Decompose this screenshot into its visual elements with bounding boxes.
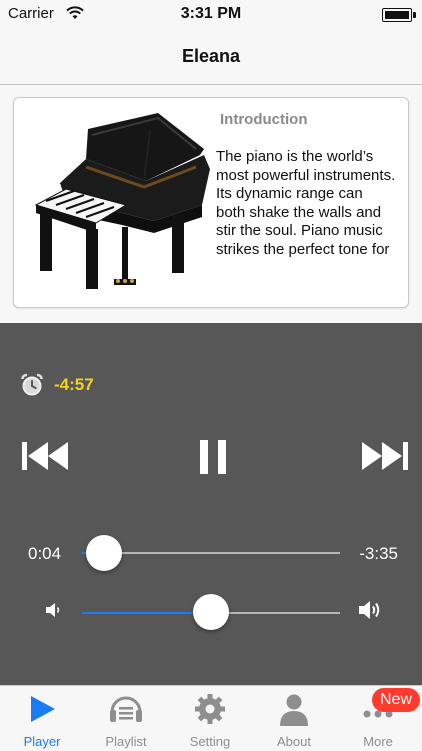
page-title: Eleana bbox=[181, 46, 241, 66]
new-badge: New bbox=[372, 688, 421, 712]
playlist-icon bbox=[110, 696, 142, 722]
card-heading: Introduction bbox=[220, 111, 308, 128]
elapsed-time: 0:04 bbox=[28, 544, 62, 563]
alarm-clock-icon[interactable] bbox=[20, 373, 44, 397]
volume-slider-fill bbox=[82, 612, 206, 614]
tab-label: Player bbox=[23, 734, 61, 749]
volume-slider-thumb[interactable] bbox=[193, 594, 229, 630]
tab-player[interactable]: Player bbox=[0, 686, 84, 751]
tab-label: Playlist bbox=[105, 734, 147, 749]
navigation-bar: Eleana bbox=[0, 28, 422, 85]
previous-track-button[interactable] bbox=[22, 440, 70, 472]
player-panel: -4:57 0:04 -3:35 bbox=[0, 323, 422, 685]
next-track-button[interactable] bbox=[360, 440, 408, 472]
status-bar: Carrier 3:31 PM bbox=[0, 0, 422, 28]
introduction-card: Introduction The piano is the world’s mo… bbox=[13, 97, 409, 308]
progress-slider-thumb[interactable] bbox=[86, 535, 122, 571]
clock: 3:31 PM bbox=[180, 5, 242, 22]
gear-icon bbox=[195, 694, 225, 724]
tab-label: About bbox=[277, 734, 311, 749]
piano-image bbox=[34, 113, 210, 289]
tab-playlist[interactable]: Playlist bbox=[84, 686, 168, 751]
remaining-time: -3:35 bbox=[359, 544, 398, 563]
volume-high-icon bbox=[359, 601, 380, 619]
tab-label: More bbox=[363, 734, 393, 749]
play-icon bbox=[31, 696, 55, 722]
tab-setting[interactable]: Setting bbox=[168, 686, 252, 751]
tab-bar: Player Playlist Setting About More bbox=[0, 685, 422, 751]
battery-icon bbox=[382, 8, 416, 22]
volume-low-icon bbox=[46, 603, 60, 617]
sleep-timer-value: -4:57 bbox=[54, 375, 94, 394]
person-icon bbox=[280, 694, 308, 726]
card-body-text[interactable]: The piano is the world’s most powerful i… bbox=[216, 148, 396, 293]
tab-label: Setting bbox=[189, 734, 231, 749]
pause-button[interactable] bbox=[199, 440, 227, 474]
tab-about[interactable]: About bbox=[252, 686, 336, 751]
